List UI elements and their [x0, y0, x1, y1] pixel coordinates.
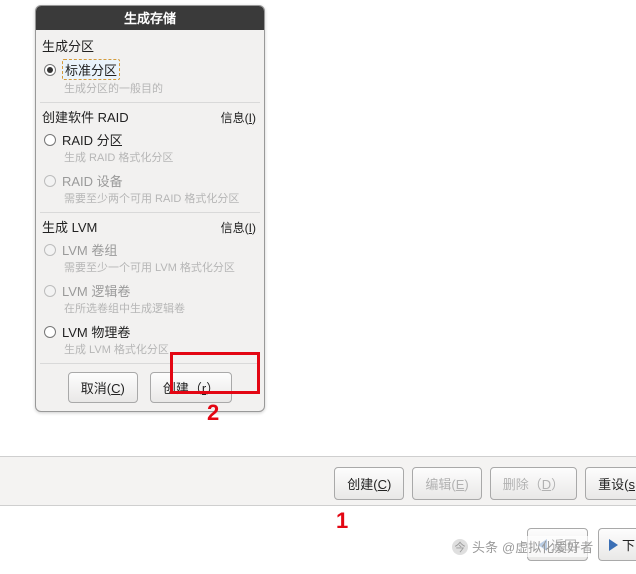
annotation-marker-1: 1	[336, 508, 348, 534]
radio-icon	[44, 244, 56, 256]
option-lvm-pv[interactable]: LVM 物理卷	[40, 320, 260, 341]
option-label: RAID 设备	[62, 171, 123, 190]
section-create-lvm: 生成 LVM	[42, 217, 97, 236]
option-label: LVM 卷组	[62, 240, 117, 259]
toolbar-create-button[interactable]: 创建(C)	[334, 467, 404, 500]
section-create-partition: 生成分区	[42, 36, 94, 55]
option-desc: 生成 LVM 格式化分区	[40, 341, 260, 361]
cancel-button[interactable]: 取消(C)	[68, 372, 138, 403]
option-desc: 需要至少一个可用 LVM 格式化分区	[40, 259, 260, 279]
create-storage-dialog: 生成存储 生成分区 标准分区 生成分区的一般目的 创建软件 RAID 信息(I)…	[35, 5, 265, 412]
section-create-raid: 创建软件 RAID	[42, 107, 129, 126]
radio-icon	[44, 326, 56, 338]
partition-toolbar: 创建(C) 编辑(E) 删除（D） 重设(s	[0, 456, 636, 506]
option-label: LVM 逻辑卷	[62, 281, 130, 300]
option-label: RAID 分区	[62, 130, 123, 149]
radio-icon	[44, 64, 56, 76]
watermark-text-1: 头条	[472, 537, 498, 556]
watermark-text-2: @虚拟化爱好者	[502, 537, 593, 556]
raid-info-link[interactable]: 信息(I)	[221, 109, 256, 126]
radio-icon	[44, 285, 56, 297]
radio-icon	[44, 134, 56, 146]
radio-icon	[44, 175, 56, 187]
dialog-title: 生成存储	[36, 6, 264, 30]
watermark-icon: 今	[452, 539, 468, 555]
lvm-info-link[interactable]: 信息(I)	[221, 219, 256, 236]
option-desc: 生成分区的一般目的	[40, 80, 260, 100]
toolbar-delete-button: 删除（D）	[490, 467, 577, 500]
option-desc: 生成 RAID 格式化分区	[40, 149, 260, 169]
create-button[interactable]: 创建（r）	[150, 372, 232, 403]
arrow-right-icon	[609, 539, 618, 551]
option-raid-device: RAID 设备	[40, 169, 260, 190]
dialog-content: 生成分区 标准分区 生成分区的一般目的 创建软件 RAID 信息(I) RAID…	[36, 30, 264, 411]
watermark: 今 头条 @虚拟化爱好者	[450, 536, 595, 557]
option-standard-partition[interactable]: 标准分区	[40, 57, 260, 80]
toolbar-edit-button: 编辑(E)	[412, 467, 481, 500]
option-desc: 需要至少两个可用 RAID 格式化分区	[40, 190, 260, 210]
option-lvm-lv: LVM 逻辑卷	[40, 279, 260, 300]
option-desc: 在所选卷组中生成逻辑卷	[40, 300, 260, 320]
next-label: 下	[622, 535, 635, 554]
option-lvm-vg: LVM 卷组	[40, 238, 260, 259]
option-label: LVM 物理卷	[62, 322, 130, 341]
toolbar-reset-button[interactable]: 重设(s	[585, 467, 636, 500]
option-raid-partition[interactable]: RAID 分区	[40, 128, 260, 149]
next-button[interactable]: 下	[598, 528, 636, 561]
annotation-marker-2: 2	[207, 400, 219, 426]
option-label: 标准分区	[62, 59, 120, 80]
